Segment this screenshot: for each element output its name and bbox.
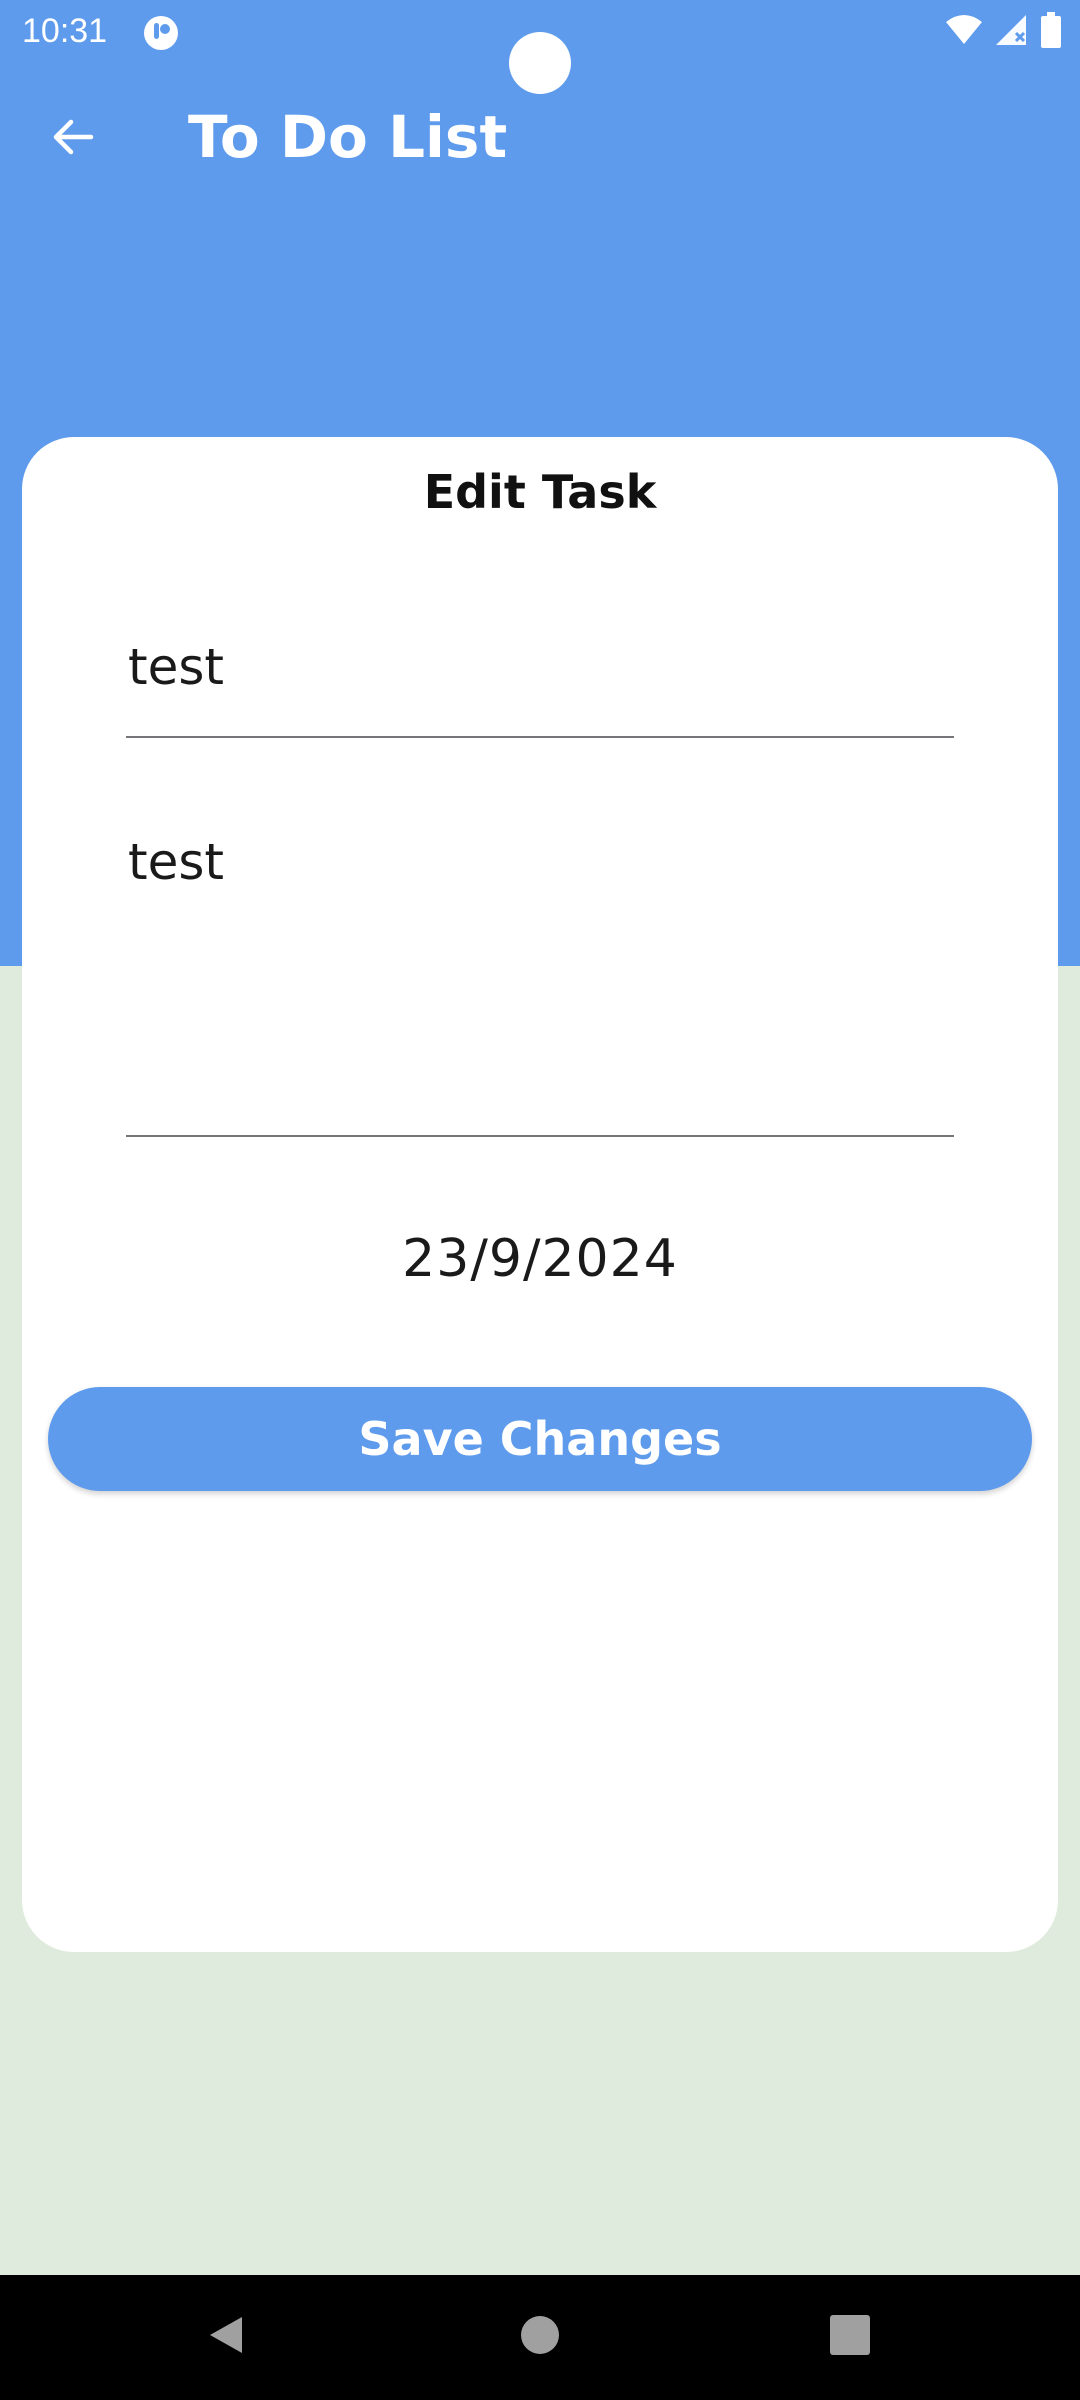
task-description-field[interactable]: test: [126, 832, 954, 1137]
edit-task-card: Edit Task test test 23/9/2024 Save Chang…: [22, 437, 1058, 1952]
nav-back-button[interactable]: [186, 2297, 266, 2377]
nav-home-button[interactable]: [500, 2297, 580, 2377]
status-time: 10:31: [22, 12, 108, 50]
app-title: To Do List: [188, 103, 508, 171]
home-circle-icon: [520, 2315, 560, 2359]
save-changes-label: Save Changes: [358, 1412, 722, 1466]
back-triangle-icon: [204, 2313, 248, 2361]
arrow-back-icon: [49, 113, 97, 165]
recents-square-icon: [830, 2315, 870, 2359]
wifi-icon: [944, 14, 984, 50]
signal-icon: [994, 13, 1030, 51]
nav-recents-button[interactable]: [810, 2297, 890, 2377]
task-title-value: test: [128, 638, 225, 696]
battery-icon: [1040, 12, 1062, 52]
system-nav-bar: [0, 2275, 1080, 2400]
status-icons: [944, 12, 1062, 52]
due-date-picker[interactable]: 23/9/2024: [22, 1229, 1058, 1289]
app-notification-icon: [142, 14, 180, 52]
task-description-value: test: [128, 833, 225, 891]
app-bar: To Do List: [0, 80, 1080, 192]
task-title-field[interactable]: test: [126, 637, 954, 738]
card-title: Edit Task: [423, 465, 657, 519]
back-button[interactable]: [36, 102, 110, 176]
save-changes-button[interactable]: Save Changes: [48, 1387, 1032, 1491]
